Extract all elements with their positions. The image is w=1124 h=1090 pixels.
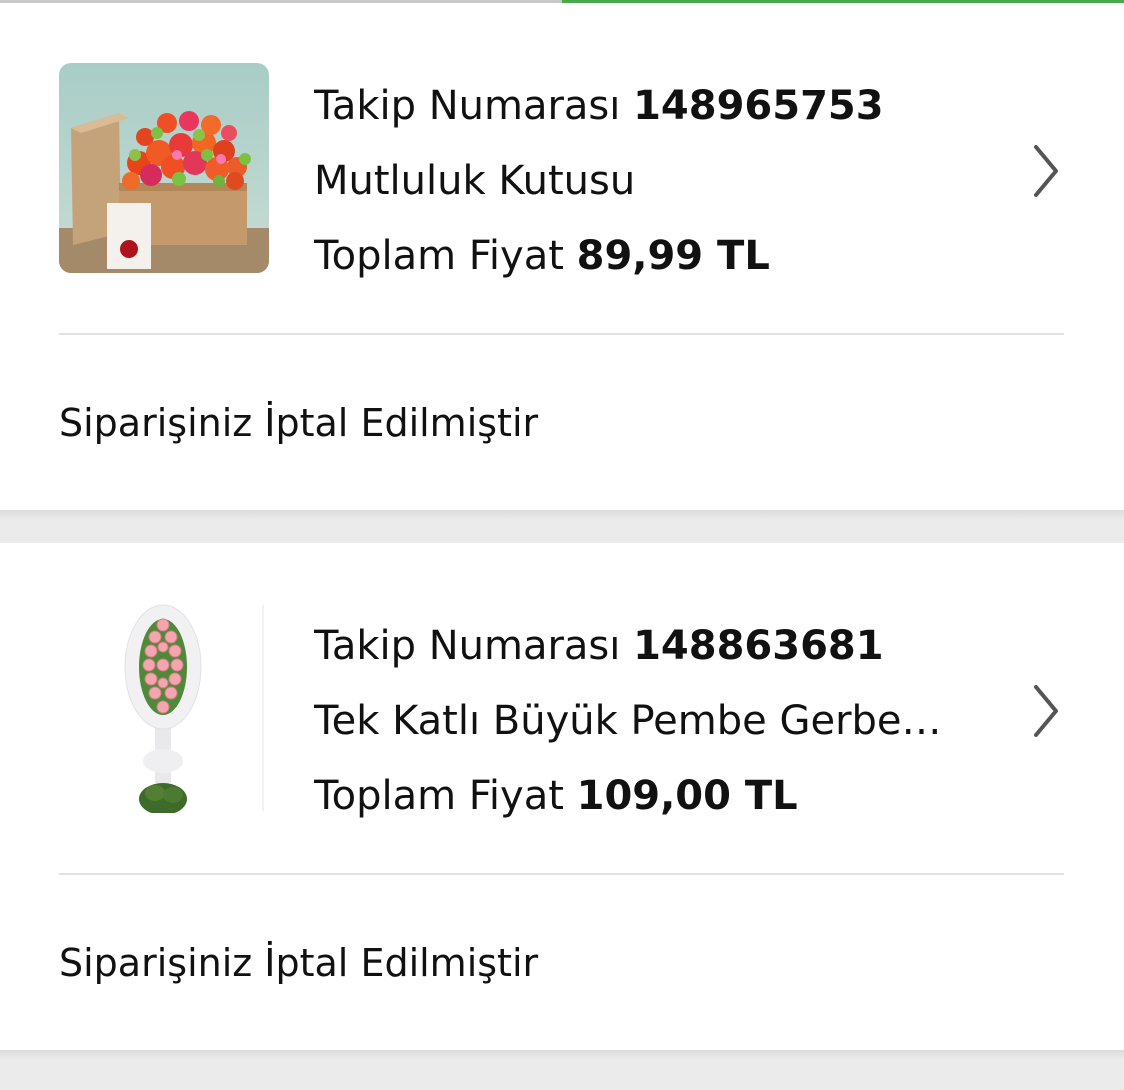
order-status: Siparişiniz İptal Edilmiştir bbox=[59, 941, 539, 985]
product-name: Tek Katlı Büyük Pembe Gerber... bbox=[314, 698, 944, 744]
flower-box-image bbox=[59, 63, 269, 273]
chevron-right-icon[interactable] bbox=[1024, 143, 1068, 199]
order-card[interactable]: Takip Numarası 148863681 Tek Katlı Büyük… bbox=[0, 543, 1124, 1050]
tracking-number: 148965753 bbox=[633, 83, 884, 129]
tracking-line: Takip Numarası 148965753 bbox=[314, 69, 994, 144]
total-line: Toplam Fiyat 109,00 TL bbox=[314, 759, 994, 834]
total-label: Toplam Fiyat bbox=[314, 233, 564, 279]
divider bbox=[59, 333, 1064, 335]
total-label: Toplam Fiyat bbox=[314, 773, 564, 819]
chevron-right-icon[interactable] bbox=[1024, 683, 1068, 739]
product-thumbnail[interactable] bbox=[59, 63, 269, 273]
tracking-line: Takip Numarası 148863681 bbox=[314, 609, 994, 684]
order-card[interactable]: Takip Numarası 148965753 Mutluluk Kutusu… bbox=[0, 3, 1124, 510]
product-thumbnail[interactable] bbox=[59, 603, 269, 813]
card-separator bbox=[0, 510, 1124, 520]
card-separator bbox=[0, 1050, 1124, 1060]
tracking-number: 148863681 bbox=[633, 623, 884, 669]
tracking-label: Takip Numarası bbox=[314, 83, 621, 129]
divider bbox=[59, 873, 1064, 875]
product-name: Mutluluk Kutusu bbox=[314, 158, 636, 204]
tracking-label: Takip Numarası bbox=[314, 623, 621, 669]
total-line: Toplam Fiyat 89,99 TL bbox=[314, 219, 994, 294]
funeral-wreath-image bbox=[59, 603, 269, 813]
total-price: 109,00 TL bbox=[576, 773, 798, 819]
order-info: Takip Numarası 148965753 Mutluluk Kutusu… bbox=[314, 69, 994, 294]
order-info: Takip Numarası 148863681 Tek Katlı Büyük… bbox=[314, 609, 994, 834]
order-status: Siparişiniz İptal Edilmiştir bbox=[59, 401, 539, 445]
total-price: 89,99 TL bbox=[576, 233, 770, 279]
